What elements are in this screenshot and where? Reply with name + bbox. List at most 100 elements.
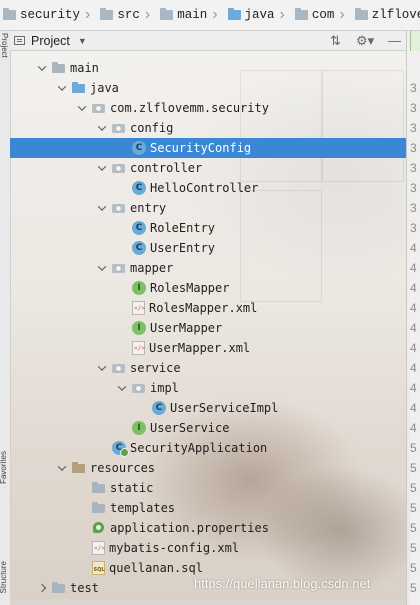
breadcrumb-label: main xyxy=(177,8,208,22)
gutter-line-number: 5 xyxy=(410,481,417,495)
tree-item-label: UserMapper xyxy=(150,321,223,335)
tree-item[interactable]: application.properties xyxy=(10,518,406,538)
breadcrumb-item[interactable]: src › xyxy=(97,0,157,30)
package-icon xyxy=(112,201,126,215)
class-icon: C xyxy=(132,241,146,255)
hide-icon[interactable]: — xyxy=(388,33,401,48)
tree-item[interactable]: I RolesMapper xyxy=(10,278,406,298)
tree-item[interactable]: main xyxy=(10,58,406,78)
tree-item-label: UserEntry xyxy=(150,241,216,255)
tree-item[interactable]: service xyxy=(10,358,406,378)
chevron-down-icon[interactable]: ▼ xyxy=(78,36,87,46)
spring-app-class-icon: C xyxy=(112,441,129,457)
tree-item-label: RoleEntry xyxy=(150,221,216,235)
chevron-right-icon: › xyxy=(85,6,91,23)
tree-item[interactable]: RolesMapper.xml xyxy=(10,298,406,318)
tree-item[interactable]: config xyxy=(10,118,406,138)
gutter-line-number: 3 xyxy=(410,141,417,155)
gutter-line-number: 4 xyxy=(410,421,417,435)
tree-item-label: templates xyxy=(110,501,176,515)
tree-item[interactable]: entry xyxy=(10,198,406,218)
tree-item[interactable]: C UserServiceImpl xyxy=(10,398,406,418)
tree-item[interactable]: C RoleEntry xyxy=(10,218,406,238)
folder-icon xyxy=(3,8,16,20)
tree-item[interactable]: C SecurityConfig xyxy=(10,138,406,158)
folder-icon xyxy=(227,8,241,20)
tree-item-label: controller xyxy=(130,161,203,175)
class-icon: C xyxy=(152,401,166,415)
tree-item[interactable]: C SecurityApplication xyxy=(10,438,406,458)
editor-tab-edge[interactable] xyxy=(410,31,420,51)
tree-item[interactable]: impl xyxy=(10,378,406,398)
expand-arrow-icon[interactable] xyxy=(56,458,68,478)
tree-item[interactable]: quellanan.sql xyxy=(10,558,406,578)
expand-arrow-icon[interactable] xyxy=(36,58,48,78)
breadcrumb-label: zlflovemm xyxy=(371,8,420,22)
strip-tab-project[interactable]: Project xyxy=(0,33,9,58)
tree-item-label: SecurityConfig xyxy=(150,141,252,155)
tree-item[interactable]: I UserMapper xyxy=(10,318,406,338)
breadcrumb-item[interactable]: java › xyxy=(225,0,292,30)
gutter-line-number: 4 xyxy=(410,381,417,395)
gutter-line-number: 3 xyxy=(410,101,417,115)
tree-item[interactable]: C UserEntry xyxy=(10,238,406,258)
tree-item[interactable]: static xyxy=(10,478,406,498)
expand-arrow-icon[interactable] xyxy=(96,198,108,218)
interface-icon: I xyxy=(132,421,146,435)
expand-arrow-icon[interactable] xyxy=(96,118,108,138)
tree-item[interactable]: com.zlflovemm.security xyxy=(10,98,406,118)
folder-icon xyxy=(354,8,368,20)
gutter-line-number: 3 xyxy=(410,121,417,135)
strip-tab-structure[interactable]: Structure xyxy=(0,561,9,593)
no-arrow xyxy=(136,398,148,418)
collapse-all-icon[interactable]: ⇅ xyxy=(330,33,341,48)
expand-arrow-icon[interactable] xyxy=(116,378,128,398)
tree-item[interactable]: UserMapper.xml xyxy=(10,338,406,358)
folder-icon xyxy=(52,61,66,75)
expand-arrow-icon[interactable] xyxy=(96,158,108,178)
package-icon xyxy=(132,381,146,395)
tree-item[interactable]: resources xyxy=(10,458,406,478)
expand-arrow-icon[interactable] xyxy=(96,258,108,278)
tree-item[interactable]: C HelloController xyxy=(10,178,406,198)
tree-item-label: UserService xyxy=(150,421,230,435)
gutter-line-number: 3 xyxy=(410,161,417,175)
tree-item[interactable]: mybatis-config.xml xyxy=(10,538,406,558)
folder-icon xyxy=(92,501,106,515)
tree-item[interactable]: controller xyxy=(10,158,406,178)
gutter-line-number: 4 xyxy=(410,361,417,375)
expand-arrow-icon[interactable] xyxy=(56,78,68,98)
expand-arrow-icon[interactable] xyxy=(96,358,108,378)
no-arrow xyxy=(116,218,128,238)
breadcrumb-item[interactable]: com › xyxy=(292,0,352,30)
breadcrumb-item[interactable]: security › xyxy=(0,0,97,30)
no-arrow xyxy=(116,318,128,338)
tree-item[interactable]: mapper xyxy=(10,258,406,278)
tree-item-label: application.properties xyxy=(110,521,269,535)
gutter-line-number: 3 xyxy=(410,201,417,215)
no-arrow xyxy=(116,138,128,158)
strip-tab-favorites[interactable]: Favorites xyxy=(0,451,9,484)
gutter-line-number: 5 xyxy=(410,581,417,595)
breadcrumb-item[interactable]: main › xyxy=(157,0,224,30)
package-icon xyxy=(112,121,126,135)
chevron-right-icon: › xyxy=(279,6,285,23)
gear-icon[interactable]: ⚙▾ xyxy=(356,33,374,48)
project-title[interactable]: Project xyxy=(31,34,70,48)
gutter-line-number: 4 xyxy=(410,321,417,335)
watermark: https://quellanan.blog.csdn.net xyxy=(194,576,371,591)
no-arrow xyxy=(76,478,88,498)
tree-item[interactable]: I UserService xyxy=(10,418,406,438)
no-arrow xyxy=(116,278,128,298)
gutter-line-number: 4 xyxy=(410,401,417,415)
resources-folder-icon xyxy=(72,461,86,475)
gutter-line-number: 4 xyxy=(410,341,417,355)
tree-item[interactable]: templates xyxy=(10,498,406,518)
tree-item[interactable]: java xyxy=(10,78,406,98)
breadcrumb-item[interactable]: zlflovemm› xyxy=(352,0,420,30)
collapse-arrow-icon[interactable] xyxy=(36,578,48,598)
expand-arrow-icon[interactable] xyxy=(76,98,88,118)
chevron-right-icon: › xyxy=(339,6,345,23)
gutter-line-number: 4 xyxy=(410,301,417,315)
chevron-right-icon: › xyxy=(212,6,218,23)
